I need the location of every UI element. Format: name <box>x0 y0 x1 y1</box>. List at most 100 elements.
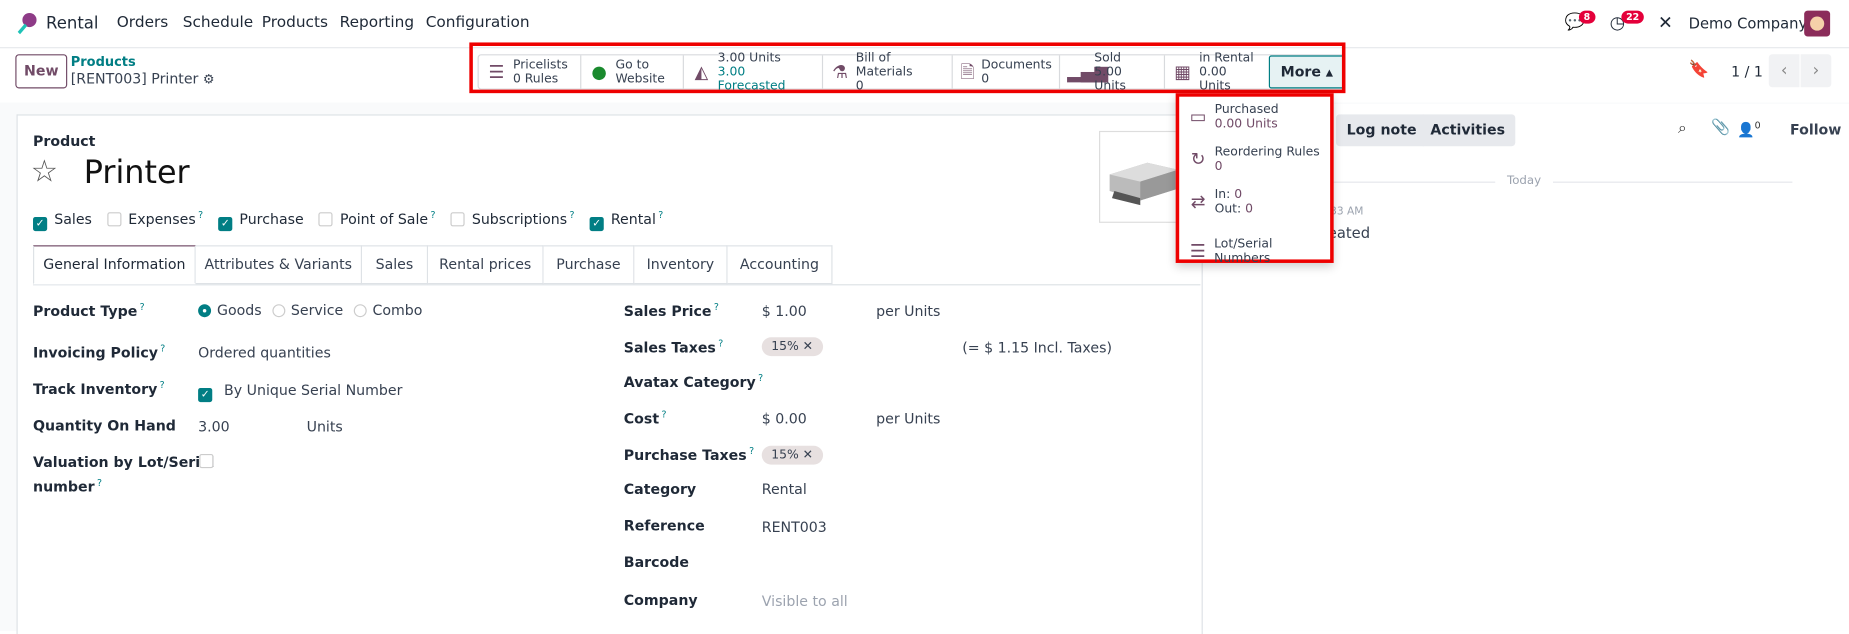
help-icon[interactable]: ? <box>658 210 663 221</box>
sales-price-unit: per Units <box>876 303 941 320</box>
help-icon[interactable]: ? <box>718 338 723 349</box>
log-note-button[interactable]: Log note <box>1336 114 1428 147</box>
gear-icon[interactable]: ⚙ <box>203 72 215 87</box>
flag-purchase[interactable]: ✓ Purchase <box>218 211 304 232</box>
menu-schedule[interactable]: Schedule <box>183 14 253 32</box>
tab-inventory[interactable]: Inventory <box>634 245 728 285</box>
pager-prev-button[interactable]: ‹ <box>1768 54 1800 88</box>
option-label: Goods <box>216 301 262 319</box>
invoicing-policy-field[interactable]: Ordered quantities <box>198 344 331 361</box>
tab-attributes-variants[interactable]: Attributes & Variants <box>195 245 363 285</box>
tab-general-information[interactable]: General Information <box>33 245 196 285</box>
tab-purchase[interactable]: Purchase <box>543 245 635 285</box>
menu-reporting[interactable]: Reporting <box>340 14 415 32</box>
help-icon[interactable]: ? <box>714 302 719 313</box>
reference-label: Reference <box>623 517 705 535</box>
remove-tag-icon[interactable]: ✕ <box>803 448 813 462</box>
pager-value[interactable]: 1 / 1 <box>1731 64 1763 81</box>
label: Purchased <box>1214 102 1279 117</box>
flag-pos[interactable]: Point of Sale? <box>318 210 435 228</box>
activities-badge: 22 <box>1621 10 1644 24</box>
checkbox[interactable] <box>318 212 333 227</box>
checkbox-checked[interactable]: ✓ <box>589 216 604 232</box>
messages-badge: 8 <box>1578 10 1595 24</box>
breadcrumb-products[interactable]: Products <box>71 54 136 69</box>
help-icon[interactable]: ? <box>140 302 145 313</box>
sales-taxes-label: Sales Taxes? <box>624 338 723 356</box>
star-icon[interactable]: ☆ <box>31 154 58 189</box>
value: 0 <box>1214 159 1223 174</box>
radio-service[interactable]: Service <box>272 302 343 318</box>
checkbox[interactable] <box>107 212 122 227</box>
tab-rental-prices[interactable]: Rental prices <box>428 245 544 285</box>
flag-sales[interactable]: ✓ Sales <box>33 211 92 232</box>
checkbox-checked[interactable]: ✓ <box>218 216 233 232</box>
label-text: Cost <box>623 410 660 427</box>
pager-next-button[interactable]: › <box>1800 54 1832 88</box>
user-avatar[interactable] <box>1804 10 1831 37</box>
app-logo-icon[interactable] <box>14 12 38 36</box>
flag-expenses[interactable]: Expenses? <box>107 210 203 228</box>
highlight-box <box>469 42 1346 94</box>
label-text: Valuation by Lot/Serial <box>33 453 215 471</box>
lot-serial-item[interactable]: ☰ Lot/Serial Numbers <box>1186 237 1330 265</box>
help-icon[interactable]: ? <box>758 373 763 384</box>
sales-price-field[interactable]: $ 1.00 <box>762 303 807 320</box>
radio-combo[interactable]: Combo <box>353 302 422 318</box>
reference-field[interactable]: RENT003 <box>762 519 827 536</box>
checkbox[interactable] <box>450 212 465 227</box>
help-icon[interactable]: ? <box>198 210 203 221</box>
flag-subscriptions[interactable]: Subscriptions? <box>450 210 575 228</box>
valuation-checkbox[interactable] <box>199 453 214 469</box>
category-field[interactable]: Rental <box>762 481 807 498</box>
activities-button[interactable]: Activities <box>1419 114 1516 147</box>
remove-tag-icon[interactable]: ✕ <box>803 340 813 354</box>
company-switcher[interactable]: Demo Company <box>1689 14 1808 32</box>
barcode-field[interactable] <box>762 552 1116 573</box>
help-icon[interactable]: ? <box>160 380 165 391</box>
radio-goods[interactable]: Goods <box>198 301 262 319</box>
purchase-taxes-label: Purchase Taxes? <box>624 446 754 464</box>
tab-sales[interactable]: Sales <box>362 245 429 285</box>
purchased-item[interactable]: ▭ Purchased 0.00 Units <box>1186 102 1279 131</box>
label: Point of Sale <box>340 211 429 228</box>
app-name[interactable]: Rental <box>46 14 99 33</box>
tools-icon[interactable]: ✕ <box>1658 12 1673 33</box>
company-field[interactable]: Visible to all <box>762 593 848 610</box>
bars-icon: ☰ <box>1189 240 1206 262</box>
help-icon[interactable]: ? <box>749 446 754 457</box>
menu-orders[interactable]: Orders <box>117 14 169 32</box>
followers-icon[interactable]: 👤0 <box>1737 120 1761 138</box>
bookmark-icon[interactable]: 🔖 <box>1689 60 1710 79</box>
menu-configuration[interactable]: Configuration <box>426 14 530 32</box>
search-icon[interactable]: ⌕ <box>1678 120 1687 138</box>
help-icon[interactable]: ? <box>430 210 435 221</box>
label: Subscriptions <box>471 211 568 228</box>
followers-count: 0 <box>1754 120 1761 131</box>
help-icon[interactable]: ? <box>569 210 574 221</box>
tag-label: 15% <box>771 339 799 354</box>
flag-rental[interactable]: ✓ Rental? <box>589 210 663 232</box>
help-icon[interactable]: ? <box>661 409 666 420</box>
label: In: <box>1214 187 1231 202</box>
help-icon[interactable]: ? <box>160 343 165 354</box>
in-out-item[interactable]: ⇄ In: 0 Out: 0 <box>1186 187 1253 215</box>
sales-tax-tag: 15% ✕ <box>761 337 823 357</box>
paperclip-icon[interactable]: 📎 <box>1711 119 1730 137</box>
track-inventory-label: Track Inventory? <box>33 380 165 398</box>
follow-button[interactable]: Follow <box>1790 121 1841 138</box>
menu-products[interactable]: Products <box>262 14 328 32</box>
reordering-rules-item[interactable]: ↻ Reordering Rules 0 <box>1186 145 1320 174</box>
tab-accounting[interactable]: Accounting <box>727 245 833 285</box>
new-button[interactable]: New <box>15 54 68 89</box>
label-text: number <box>33 478 95 496</box>
cost-field[interactable]: $ 0.00 <box>762 410 807 427</box>
help-icon[interactable]: ? <box>97 478 102 489</box>
checkbox-checked[interactable]: ✓ <box>33 216 48 232</box>
tracking-value[interactable]: By Unique Serial Number <box>224 382 402 399</box>
product-name[interactable]: Printer <box>84 154 190 191</box>
checkbox-checked[interactable]: ✓ <box>198 387 213 403</box>
product-image[interactable] <box>1099 130 1186 223</box>
refresh-icon: ↻ <box>1190 148 1206 170</box>
track-inventory-field[interactable]: ✓ By Unique Serial Number <box>198 382 402 403</box>
